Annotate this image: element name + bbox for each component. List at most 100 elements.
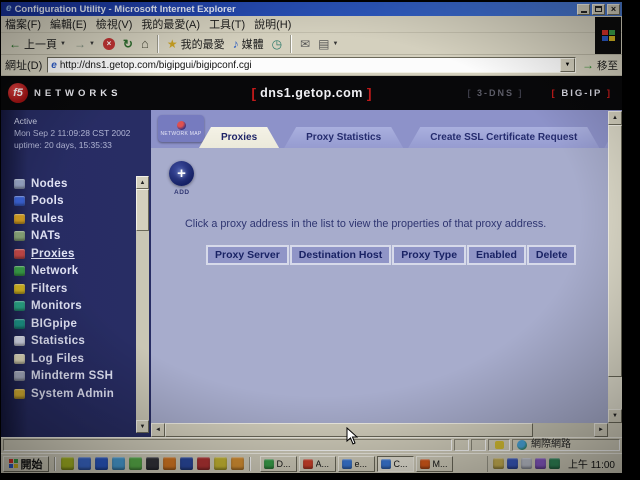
minimize-button[interactable]	[577, 4, 590, 15]
forward-icon: →	[74, 38, 86, 50]
quick-launch-icon-8[interactable]	[180, 457, 193, 470]
taskbar-window-button[interactable]: e...	[338, 456, 375, 472]
display-icon[interactable]	[521, 458, 532, 469]
go-button[interactable]: → 移至	[582, 58, 618, 73]
sidebar-item[interactable]: Nodes	[1, 175, 151, 193]
table-header-cell: Destination Host	[290, 245, 391, 265]
print-dropdown-icon: ▼	[332, 41, 338, 47]
sidebar-item[interactable]: Pools	[1, 193, 151, 211]
window-title: Configuration Utility - Microsoft Intern…	[15, 4, 236, 15]
address-field: e ▼	[47, 57, 576, 73]
scrollbar-thumb[interactable]	[136, 189, 149, 231]
sidebar-item[interactable]: Mindterm SSH	[1, 368, 151, 386]
volume-icon[interactable]	[493, 458, 504, 469]
forward-dropdown-icon: ▼	[89, 41, 95, 47]
network-map-button[interactable]: NETWORK MAP	[158, 115, 204, 142]
menu-item[interactable]: 說明(H)	[254, 16, 291, 32]
sidebar-item[interactable]: Network	[1, 263, 151, 281]
close-button[interactable]: ×	[607, 4, 620, 15]
quick-launch-icon-10[interactable]	[214, 457, 227, 470]
print-icon: ▤	[318, 38, 329, 50]
quick-launch-icon-9[interactable]	[197, 457, 210, 470]
address-dropdown-button[interactable]: ▼	[560, 58, 575, 72]
maximize-button[interactable]	[592, 4, 605, 15]
scrollbar-thumb[interactable]	[608, 125, 622, 377]
sidebar-scrollbar[interactable]: ▲ ▼	[136, 176, 149, 433]
quick-launch-icon-2[interactable]	[78, 457, 91, 470]
start-button[interactable]: 開始	[3, 456, 49, 472]
quick-launch-icon-11[interactable]	[231, 457, 244, 470]
bracket-left: [	[251, 85, 256, 101]
go-icon: →	[582, 58, 594, 72]
quick-launch-icon-5[interactable]	[129, 457, 142, 470]
scroll-up-icon[interactable]: ▲	[136, 176, 149, 189]
taskbar-window-button[interactable]: D...	[260, 456, 297, 472]
scrollbar-corner	[608, 423, 622, 437]
content-horizontal-scrollbar[interactable]: ◄ ►	[151, 423, 608, 437]
stop-button[interactable]: ×	[99, 37, 119, 51]
address-input[interactable]	[60, 60, 560, 71]
minimize-icon	[581, 11, 587, 13]
sidebar-item[interactable]: NATs	[1, 228, 151, 246]
quick-launch-icon-6[interactable]	[146, 457, 159, 470]
system-tray: 上午 11:00	[487, 456, 620, 472]
home-button[interactable]: ⌂	[137, 37, 153, 51]
menu-item[interactable]: 檔案(F)	[5, 16, 41, 32]
taskbar-window-button[interactable]: A...	[299, 456, 336, 472]
tab[interactable]: Proxy Statistics	[284, 127, 403, 148]
add-proxy-button[interactable]: +	[169, 161, 194, 186]
internet-globe-icon	[517, 440, 527, 450]
hostname: dns1.getop.com	[260, 86, 363, 100]
quick-launch-icon-1[interactable]	[61, 457, 74, 470]
menu-item[interactable]: 工具(T)	[209, 16, 245, 32]
sidebar-item[interactable]: Monitors	[1, 298, 151, 316]
taskbar-window-button[interactable]: M...	[416, 456, 453, 472]
tab-strip: NETWORK MAP Proxies Proxy Statistics Cre…	[151, 110, 622, 148]
tray-app-icon-1[interactable]	[535, 458, 546, 469]
quick-launch-icon-3[interactable]	[95, 457, 108, 470]
tray-app-icon-2[interactable]	[549, 458, 560, 469]
statistics-icon	[14, 336, 25, 346]
scroll-up-icon[interactable]: ▲	[608, 111, 622, 125]
menu-item[interactable]: 我的最愛(A)	[141, 16, 200, 32]
taskbar-windows: D... A... e... C...	[260, 456, 453, 472]
sidebar-item[interactable]: System Admin	[1, 385, 151, 403]
ie-throbber	[595, 17, 621, 54]
nodes-icon	[14, 179, 25, 189]
sidebar-item[interactable]: Filters	[1, 280, 151, 298]
security-zone-icon	[495, 441, 504, 449]
proxy-table-header: Proxy ServerDestination HostProxy TypeEn…	[206, 245, 577, 265]
sidebar-item[interactable]: Rules	[1, 210, 151, 228]
media-button[interactable]: ♪ 媒體	[229, 35, 268, 53]
taskbar-window-button[interactable]: C...	[377, 456, 414, 472]
quick-launch-icon-4[interactable]	[112, 457, 125, 470]
home-icon: ⌂	[141, 38, 149, 50]
sidebar-item[interactable]: Statistics	[1, 333, 151, 351]
tab[interactable]: Proxies	[199, 127, 279, 148]
taskbar-clock: 上午 11:00	[568, 456, 615, 471]
forward-button[interactable]: → ▼	[70, 37, 99, 51]
tab[interactable]: Create SSL Certificate Request	[408, 127, 599, 148]
sidebar-item[interactable]: Proxies	[1, 245, 151, 263]
scroll-left-icon[interactable]: ◄	[151, 423, 165, 437]
scroll-right-icon[interactable]: ►	[594, 423, 608, 437]
go-label: 移至	[597, 58, 618, 73]
history-button[interactable]: ◷	[268, 37, 286, 51]
browser-status-bar: 網際網路	[1, 437, 622, 453]
scroll-down-icon[interactable]: ▼	[608, 409, 622, 423]
sidebar-item[interactable]: BIGpipe	[1, 315, 151, 333]
scroll-down-icon[interactable]: ▼	[136, 420, 149, 433]
favorites-button[interactable]: ★ 我的最愛	[163, 35, 229, 53]
print-button[interactable]: ▤▼	[314, 37, 342, 51]
sidebar-item[interactable]: Log Files	[1, 350, 151, 368]
menu-item[interactable]: 編輯(E)	[50, 16, 87, 32]
sidebar-nav: Nodes Pools Rules NATs	[1, 175, 151, 403]
back-button[interactable]: ← 上一頁 ▼	[5, 35, 70, 53]
ime-flag-icon[interactable]	[507, 458, 518, 469]
mail-button[interactable]: ✉	[296, 37, 314, 51]
menu-item[interactable]: 檢視(V)	[96, 16, 133, 32]
ie-logo-icon: e	[6, 4, 12, 14]
refresh-button[interactable]: ↻	[119, 37, 137, 51]
quick-launch-icon-7[interactable]	[163, 457, 176, 470]
content-vertical-scrollbar[interactable]: ▲ ▼	[608, 111, 622, 423]
